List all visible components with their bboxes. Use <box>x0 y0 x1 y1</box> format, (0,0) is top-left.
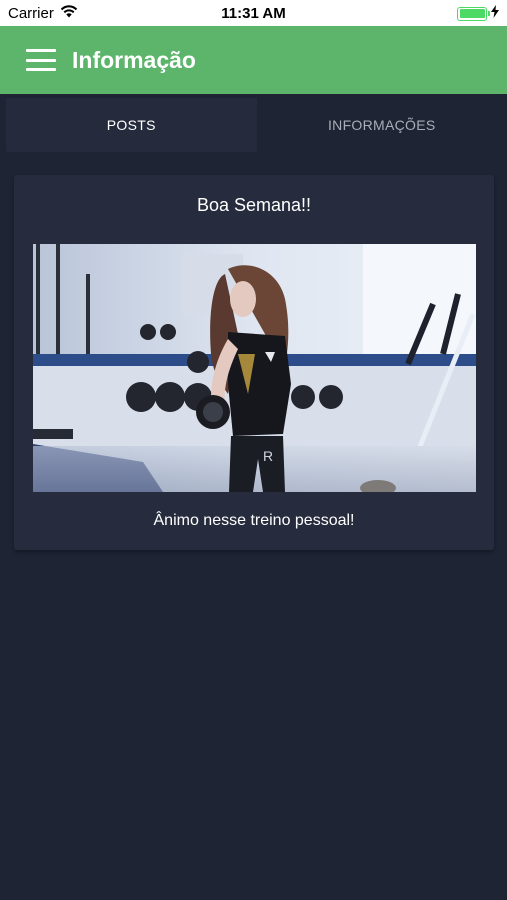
tab-informacoes[interactable]: INFORMAÇÕES <box>257 94 507 156</box>
status-time: 11:31 AM <box>221 5 286 22</box>
tab-posts[interactable]: POSTS <box>6 98 257 152</box>
status-bar: Carrier 11:31 AM <box>0 0 507 26</box>
charging-bolt-icon <box>491 5 499 22</box>
post-caption: Ânimo nesse treino pessoal! <box>153 512 355 529</box>
battery-icon <box>457 6 490 21</box>
gym-woman-dumbbell-photo: R <box>33 244 476 492</box>
status-right <box>457 5 499 22</box>
svg-text:R: R <box>263 448 273 464</box>
hamburger-menu-icon[interactable] <box>26 49 56 71</box>
page-title: Informação <box>72 46 196 73</box>
post-card[interactable]: Boa Semana!! R Ânimo nesse treino pessoa… <box>14 175 494 550</box>
post-title: Boa Semana!! <box>196 195 312 215</box>
app-bar: Informação <box>0 26 507 94</box>
tab-bar: POSTS INFORMAÇÕES <box>0 94 507 156</box>
